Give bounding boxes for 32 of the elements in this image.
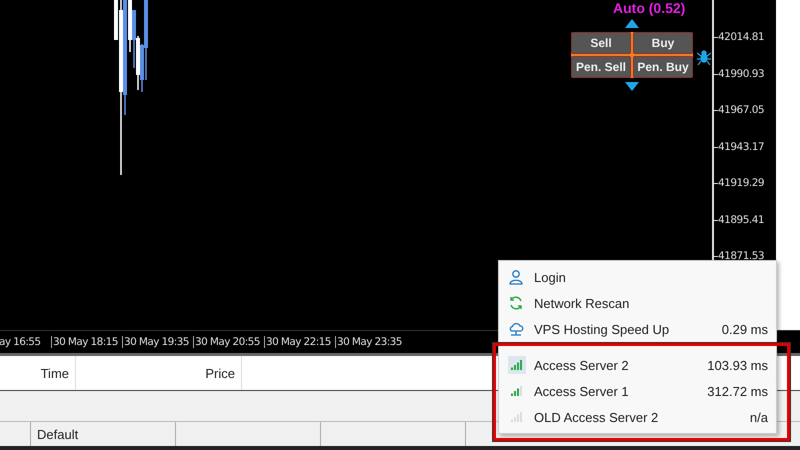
refresh-icon bbox=[508, 295, 524, 311]
time-label: 30 May 19:35 bbox=[122, 336, 193, 348]
up-triangle-icon[interactable] bbox=[625, 19, 639, 28]
column-header[interactable]: Time bbox=[0, 356, 76, 390]
menu-item[interactable]: OLD Access Server 2 n/a bbox=[499, 404, 776, 430]
time-label: 30 May 23:35 bbox=[335, 336, 406, 348]
spider-icon[interactable] bbox=[697, 49, 711, 65]
cloud-icon bbox=[508, 321, 524, 337]
trade-button[interactable]: Buy bbox=[633, 32, 693, 54]
menu-item[interactable]: Network Rescan bbox=[499, 290, 776, 316]
auto-label: Auto (0.52) bbox=[613, 0, 686, 16]
price-label: 41967.05 bbox=[718, 103, 764, 118]
down-triangle-icon[interactable] bbox=[625, 82, 639, 91]
time-label: 30 May 22:15 bbox=[264, 336, 335, 348]
price-label: 41895.41 bbox=[718, 212, 764, 228]
time-label: 30 May 18:15 bbox=[51, 336, 122, 348]
time-label: ay 16:55 bbox=[0, 336, 42, 348]
trade-button[interactable]: Sell bbox=[571, 32, 631, 54]
trade-button[interactable]: Pen. Buy bbox=[633, 56, 693, 78]
menu-item[interactable]: Access Server 2 103.93 ms bbox=[499, 352, 776, 378]
menu-item[interactable]: Login bbox=[499, 264, 776, 290]
menu-item[interactable]: Access Server 1 312.72 ms bbox=[499, 378, 776, 404]
price-label: 41871.53 bbox=[718, 249, 764, 264]
menu-item[interactable]: VPS Hosting Speed Up 0.29 ms bbox=[499, 316, 776, 342]
time-label: 30 May 20:55 bbox=[193, 336, 264, 348]
price-label: 41919.29 bbox=[718, 176, 764, 191]
column-header[interactable]: Price bbox=[76, 356, 242, 390]
trade-button[interactable]: Pen. Sell bbox=[571, 56, 631, 78]
price-label: 42014.81 bbox=[718, 30, 764, 45]
user-icon bbox=[508, 269, 524, 285]
price-label: 41990.93 bbox=[718, 66, 764, 82]
price-label: 41943.17 bbox=[718, 140, 764, 154]
